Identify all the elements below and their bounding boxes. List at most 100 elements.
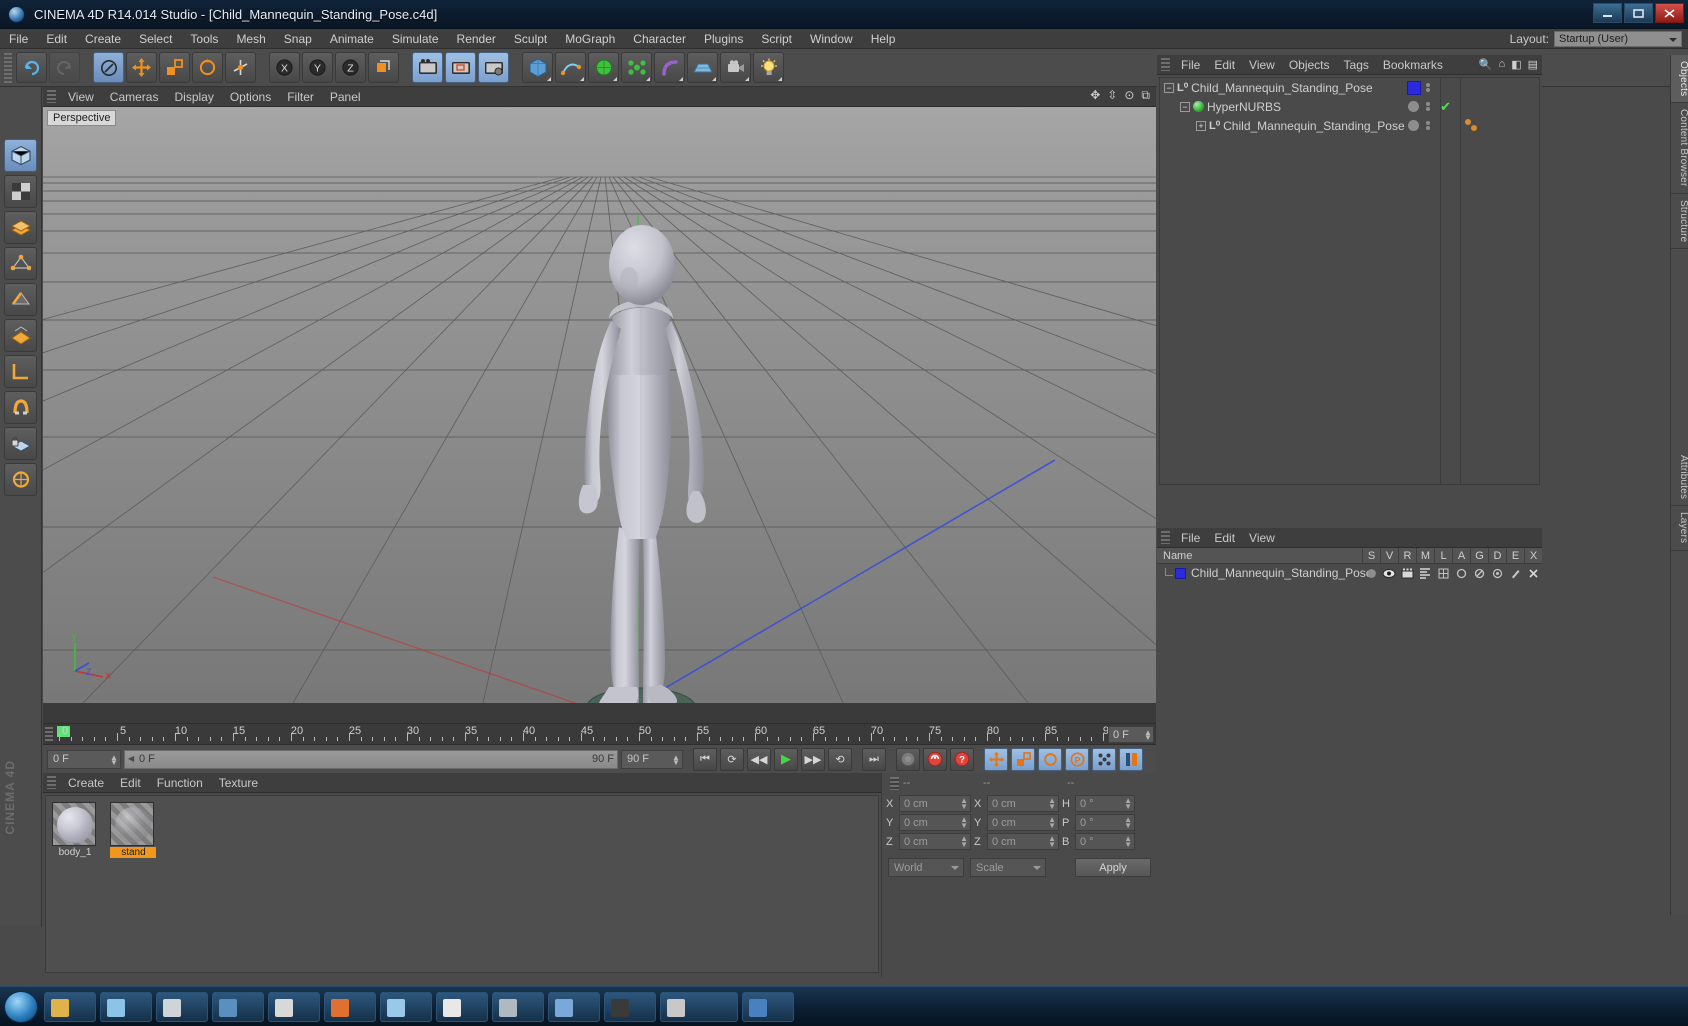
visibility-dots[interactable] [1417, 83, 1439, 92]
rotation-h-field[interactable]: 0 ° ▲ ▼ [1075, 795, 1135, 812]
visibility-dots[interactable] [1417, 121, 1439, 130]
minimize-button[interactable] [1593, 3, 1622, 23]
workplane-icon[interactable] [4, 355, 37, 388]
maximize-view-icon[interactable]: ⧉ [1141, 89, 1150, 101]
layer-render-icon[interactable] [1398, 564, 1416, 582]
layer-locked-icon[interactable] [1434, 564, 1452, 582]
material-menu-create[interactable]: Create [60, 774, 112, 792]
lock-axis-icon[interactable] [4, 427, 37, 460]
viewport-menu-grip[interactable] [47, 90, 56, 103]
rotation-key-icon[interactable] [1038, 747, 1062, 771]
viewport-menu-filter[interactable]: Filter [279, 88, 322, 106]
scale-key-icon[interactable] [1011, 747, 1035, 771]
close-button[interactable] [1655, 3, 1684, 23]
menu-animate[interactable]: Animate [321, 30, 383, 48]
layer-column-r[interactable]: R [1398, 548, 1416, 564]
object-menu-edit[interactable]: Edit [1207, 56, 1242, 74]
menu-help[interactable]: Help [862, 30, 905, 48]
taskbar-item[interactable] [604, 992, 656, 1022]
transform-mode-dropdown[interactable]: Scale [970, 858, 1046, 877]
menu-simulate[interactable]: Simulate [383, 30, 448, 48]
object-menu-tags[interactable]: Tags [1337, 56, 1376, 74]
undo-icon[interactable] [16, 52, 47, 83]
coordinate-system-icon[interactable] [368, 52, 399, 83]
layer-animation-icon[interactable] [1452, 564, 1470, 582]
object-menu-view[interactable]: View [1242, 56, 1282, 74]
taskbar-item[interactable] [436, 992, 488, 1022]
dock-tab-layers[interactable]: Layers [1671, 506, 1688, 551]
enabled-check-icon[interactable]: ✔ [1440, 99, 1451, 115]
perspective-viewport[interactable]: Perspective Y X Z [43, 107, 1156, 703]
material-swatch[interactable] [52, 802, 96, 846]
layer-menu-edit[interactable]: Edit [1207, 529, 1242, 547]
object-row-hypernurbs[interactable]: − HyperNURBS ✔ [1160, 97, 1539, 116]
position-z-field[interactable]: 0 cm ▲ ▼ [899, 833, 971, 850]
loop-playback-icon[interactable]: ⟲ [828, 747, 852, 771]
layer-expressions-icon[interactable] [1506, 564, 1524, 582]
go-to-end-icon[interactable]: ⏭ [862, 747, 886, 771]
material-menu-function[interactable]: Function [149, 774, 211, 792]
object-menu-objects[interactable]: Objects [1282, 56, 1337, 74]
floor-environment-icon[interactable] [687, 52, 718, 83]
apply-button[interactable]: Apply [1075, 858, 1151, 877]
world-axis-icon[interactable] [225, 52, 256, 83]
spinner-arrows[interactable]: ▲ ▼ [1144, 729, 1152, 742]
menu-edit[interactable]: Edit [37, 30, 76, 48]
scale-icon[interactable] [159, 52, 190, 83]
object-row-child[interactable]: + L⁰ Child_Mannequin_Standing_Pose [1160, 116, 1539, 135]
render-settings-icon[interactable] [478, 52, 509, 83]
mannequin-figure[interactable] [43, 107, 1156, 703]
preview-end-field[interactable]: 90 F ▲ ▼ [621, 749, 683, 769]
go-to-start-icon[interactable]: ⏮ [693, 747, 717, 771]
layer-column-a[interactable]: A [1452, 548, 1470, 564]
viewport-menu-view[interactable]: View [60, 88, 102, 106]
menu-snap[interactable]: Snap [275, 30, 321, 48]
camera-icon[interactable] [720, 52, 751, 83]
move-icon[interactable] [126, 52, 157, 83]
point-mode-icon[interactable] [4, 247, 37, 280]
record-active-objects-icon[interactable] [896, 747, 920, 771]
layer-generators-icon[interactable] [1470, 564, 1488, 582]
timeline-grip[interactable] [45, 727, 53, 743]
rotation-p-field[interactable]: 0 ° ▲ ▼ [1075, 814, 1135, 831]
maximize-button[interactable] [1624, 3, 1653, 23]
polygon-face-mode-icon[interactable] [4, 319, 37, 352]
size-x-field[interactable]: 0 cm ▲ ▼ [987, 795, 1059, 812]
material-menu-edit[interactable]: Edit [112, 774, 149, 792]
timeline-end-frame-field[interactable]: 0 F ▲ ▼ [1108, 726, 1154, 743]
object-row-root[interactable]: − L⁰ Child_Mannequin_Standing_Pose [1160, 78, 1539, 97]
dolly-view-icon[interactable]: ⇳ [1107, 89, 1117, 101]
taskbar-item[interactable] [548, 992, 600, 1022]
keyframe-selection-icon[interactable]: ? [950, 747, 974, 771]
layer-column-e[interactable]: E [1506, 548, 1524, 564]
home-icon[interactable]: ⌂ [1499, 58, 1506, 71]
viewport-menu-cameras[interactable]: Cameras [102, 88, 167, 106]
menu-character[interactable]: Character [624, 30, 695, 48]
taskbar-item[interactable] [100, 992, 152, 1022]
layer-menu-grip[interactable] [1161, 531, 1170, 544]
size-y-field[interactable]: 0 cm ▲ ▼ [987, 814, 1059, 831]
viewport-menu-panel[interactable]: Panel [322, 88, 369, 106]
viewport-menu-options[interactable]: Options [222, 88, 279, 106]
orbit-view-icon[interactable]: ⊙ [1124, 89, 1134, 101]
timeline-ruler[interactable]: 051015202530354045505560657075808590 0 F… [43, 723, 1156, 745]
redo-icon[interactable] [49, 52, 80, 83]
spinner-arrows[interactable]: ▲ ▼ [110, 753, 118, 766]
menu-select[interactable]: Select [130, 30, 181, 48]
material-list[interactable]: body_1 stand [45, 795, 879, 973]
menu-file[interactable]: File [0, 30, 37, 48]
layer-color-swatch[interactable] [1175, 567, 1186, 579]
layer-column-v[interactable]: V [1380, 548, 1398, 564]
layer-column-m[interactable]: M [1416, 548, 1434, 564]
taskbar-item[interactable] [660, 992, 738, 1022]
material-menu-grip[interactable] [47, 776, 56, 789]
step-back-icon[interactable]: ◀◀ [747, 747, 771, 771]
polygon-mode-icon[interactable] [4, 211, 37, 244]
expand-collapse-icon[interactable]: − [1164, 82, 1174, 93]
position-y-field[interactable]: 0 cm ▲ ▼ [899, 814, 971, 831]
expand-collapse-icon[interactable]: + [1196, 120, 1206, 131]
object-tree[interactable]: − L⁰ Child_Mannequin_Standing_Pose − Hyp… [1159, 77, 1540, 485]
layer-column-g[interactable]: G [1470, 548, 1488, 564]
spinner-arrows[interactable]: ▲ ▼ [672, 753, 680, 766]
coordinates-grip[interactable] [890, 776, 899, 790]
